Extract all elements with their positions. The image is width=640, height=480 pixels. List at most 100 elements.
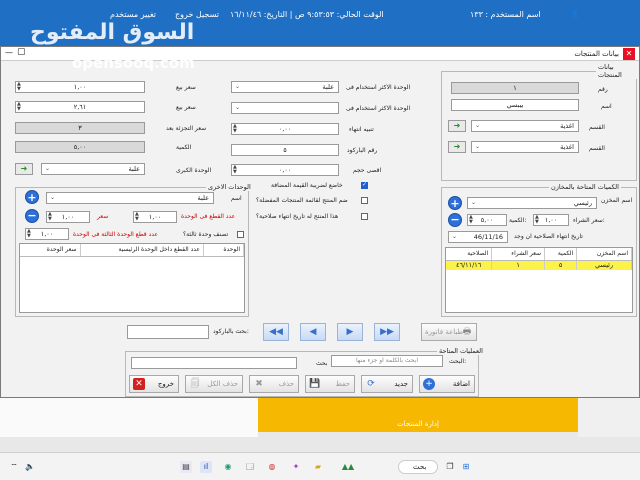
most-used-unit-select[interactable]: ⌄ علبة	[231, 81, 339, 93]
unit-count-field[interactable]: ▲ ▼ ١,٠٠	[133, 211, 177, 223]
section-add-button[interactable]: ➜	[448, 120, 466, 132]
table-row[interactable]: ٤٦/١١/١٦ ١ ٥ رئيسي	[446, 260, 632, 270]
favorites-checkbox[interactable]	[361, 197, 368, 204]
delete-all-button[interactable]: 🗐 حذف الكل	[185, 375, 243, 393]
unit-count-label: عدد القطع فى الوحدة	[181, 213, 236, 220]
max-qty-field[interactable]: ▲ ▼ ٠,٠٠	[231, 164, 339, 176]
most-used-unit2-select[interactable]: ⌄	[231, 102, 339, 114]
stock-cell-qty: ٥	[544, 260, 578, 270]
max-qty-label: اقصى حجم	[353, 167, 382, 174]
sell-price-field[interactable]: ▲ ▼ ١,٠٠	[15, 81, 145, 93]
save-button[interactable]: 💾 حفظ	[305, 375, 355, 393]
section-select[interactable]: ⌄ اغذية	[471, 120, 579, 132]
stock-remove-button[interactable]: −	[448, 213, 462, 227]
expiry-date-picker[interactable]: ⌄ 46/11/16	[448, 231, 508, 243]
third-count-field[interactable]: ▲ ▼ ١,٠٠	[25, 228, 69, 240]
widgets-icon[interactable]: ▲▲	[336, 461, 360, 473]
delete-icon: ✖	[255, 379, 263, 389]
main-unit-add-button[interactable]: ➜	[15, 163, 33, 175]
exit-label: خروج	[157, 380, 174, 388]
number-field: ١	[451, 82, 579, 94]
stock-qty-value: ٥,٠٠	[480, 216, 494, 224]
category-label: القسم	[589, 145, 605, 152]
main-unit-select[interactable]: ⌄ علبة	[41, 163, 145, 175]
maximize-button[interactable]: ▢	[17, 47, 26, 57]
stock-table[interactable]: الصلاحية سعر الشراء الكمية اسم المخزن ٤٦…	[445, 247, 633, 313]
unit-remove-button[interactable]: −	[25, 209, 39, 223]
change-user-link[interactable]: تغيير مستخدم	[110, 10, 156, 19]
add-button[interactable]: + اضافة	[419, 375, 475, 393]
app-icon-3[interactable]: ✦	[290, 461, 302, 473]
chevron-down-icon: ⌄	[45, 165, 51, 172]
category-select[interactable]: ⌄ اغذية	[471, 141, 579, 153]
nav-prev-button[interactable]: ◀	[300, 323, 326, 341]
speaker-icon[interactable]: 🔈	[24, 461, 36, 473]
name-field[interactable]: بيبسي	[451, 99, 579, 111]
taskbar-search[interactable]: بحث	[398, 460, 438, 474]
nav-last-button[interactable]: ▶▶	[374, 323, 400, 341]
third-count-label: عدد قطع الوحدة الثالثة فى الوحدة	[73, 231, 158, 238]
wifi-icon[interactable]: ⌔	[8, 461, 20, 473]
minimize-button[interactable]: —	[5, 48, 13, 57]
unit-name-select[interactable]: ⌄ علبة	[46, 192, 214, 204]
units-col-count: عدد القطع داخل الوحدة الرئيسية	[80, 244, 204, 257]
barcode-search-input[interactable]	[127, 325, 209, 339]
spin-arrows-icon: ▲ ▼	[17, 101, 21, 112]
units-col-unit: الوحدة	[203, 244, 244, 257]
unit-name-label: اسم	[231, 195, 242, 202]
chevron-down-icon: ⌄	[50, 194, 56, 201]
task-view-icon[interactable]: ❐	[444, 461, 456, 473]
expiry-checkbox-label: هذا المنتج له تاريخ انتهاء صلاحية؟	[256, 213, 339, 220]
chrome-icon[interactable]: ◍	[266, 461, 278, 473]
nav-next-button[interactable]: ▶	[337, 323, 363, 341]
products-tile[interactable]: إدارة المنتجات	[258, 396, 578, 432]
edge-icon[interactable]: ◉	[222, 461, 234, 473]
spin-arrows-icon: ▲ ▼	[17, 81, 21, 92]
third-unit-checkbox[interactable]	[237, 231, 244, 238]
unit-add-button[interactable]: +	[25, 190, 39, 204]
background-user-label: اسم المستخدم : ١٣٣	[470, 10, 541, 19]
main-unit-value: علبة	[128, 165, 140, 173]
vat-checkbox[interactable]	[361, 181, 368, 189]
right-icon: ▶	[346, 327, 354, 337]
sell-price-value: ١,٠٠	[73, 83, 87, 91]
nav-first-button[interactable]: ◀◀	[263, 323, 289, 341]
search-input[interactable]: ابحث بالكلمة او جزء منها	[331, 355, 443, 367]
logout-link[interactable]: تسجيل خروج	[175, 10, 219, 19]
expiry-checkbox[interactable]	[361, 213, 368, 220]
stock-buy-price-field[interactable]: ▲ ▼ ١,٠٠	[533, 214, 569, 226]
exit-button[interactable]: ✕ خروج	[129, 375, 179, 393]
stock-qty-field[interactable]: ▲ ▼ ٥,٠٠	[467, 214, 507, 226]
app-icon-2[interactable]: ıl	[200, 461, 212, 473]
barcode-field[interactable]: ٥	[231, 144, 339, 156]
units-table[interactable]: سعر الوحدة عدد القطع داخل الوحدة الرئيسي…	[19, 243, 245, 313]
main-unit-label: الوحدة الكبرى	[176, 167, 212, 174]
new-button[interactable]: ⟳ جديد	[361, 375, 413, 393]
warehouse-select[interactable]: ⌄ رئيسي	[467, 197, 597, 209]
delete-button[interactable]: ✖ حذف	[249, 375, 299, 393]
unit-price-value: ١,٠٠	[61, 213, 75, 221]
spin-arrows-icon: ▲ ▼	[48, 211, 52, 222]
stock-col-buy: سعر الشراء	[491, 248, 546, 261]
most-used-unit2-label: الوحدة الاكثر استخدام فى	[346, 105, 411, 112]
folder-icon[interactable]: ▰	[312, 461, 324, 473]
category-add-button[interactable]: ➜	[448, 141, 466, 153]
plus-icon: +	[27, 191, 37, 204]
expiry-alert-value: ٠,٠٠	[278, 125, 292, 133]
print-invoice-button[interactable]: 🖶 طباعة فاتورة	[421, 323, 477, 341]
stock-add-button[interactable]: +	[448, 196, 462, 210]
spin-arrows-icon: ▲ ▼	[233, 123, 237, 134]
search-button[interactable]: بحث	[316, 360, 327, 367]
app-icon-1[interactable]: ▤	[180, 461, 192, 473]
expiry-alert-field[interactable]: ▲ ▼ ٠,٠٠	[231, 123, 339, 135]
store-icon[interactable]: 🗔	[244, 461, 256, 473]
stock-buy-price-label: سعر الشراء:	[573, 217, 605, 224]
sell-price2-field[interactable]: ▲ ▼ ٢,٦١	[15, 101, 145, 113]
search-result-field[interactable]	[131, 357, 297, 369]
unit-price-field[interactable]: ▲ ▼ ١,٠٠	[46, 211, 90, 223]
start-icon[interactable]: ⊞	[460, 461, 472, 473]
arrow-right-icon: ➜	[453, 121, 461, 130]
add-icon: +	[423, 378, 435, 390]
delete-label: حذف	[278, 380, 294, 388]
close-button[interactable]: ✕	[623, 48, 635, 60]
